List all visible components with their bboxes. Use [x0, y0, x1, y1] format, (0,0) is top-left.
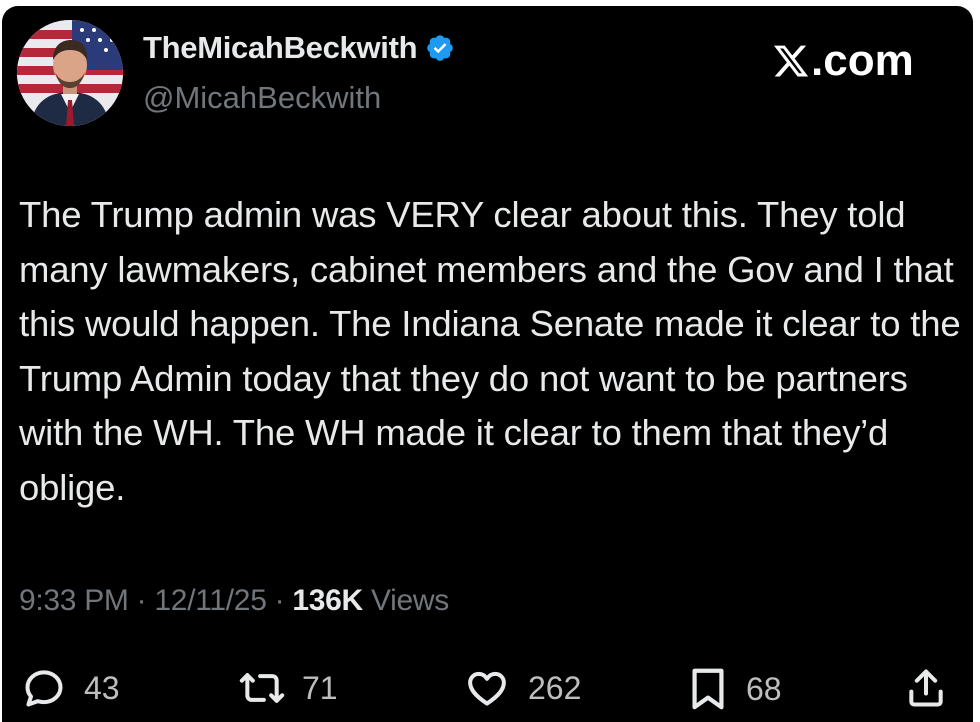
like-button[interactable]: 262 [464, 666, 581, 710]
share-icon [909, 669, 943, 707]
tweet-time[interactable]: 9:33 PM [19, 584, 129, 617]
meta-separator: · [274, 584, 285, 617]
repost-count: 71 [302, 669, 338, 706]
like-count: 262 [528, 669, 582, 706]
tweet-meta: 9:33 PM · 12/11/25 · 136K Views [19, 584, 449, 618]
tweet-card: TheMicahBeckwith @MicahBeckwith .com The… [2, 6, 973, 722]
bookmark-icon [692, 668, 724, 710]
action-bar: 43 71 262 68 [2, 646, 973, 716]
views-label: Views [370, 584, 449, 617]
tweet-text: The Trump admin was VERY clear about thi… [19, 194, 961, 508]
x-logo-icon [772, 41, 810, 81]
share-button[interactable] [904, 666, 948, 715]
bookmark-button[interactable]: 68 [688, 666, 782, 712]
views-count: 136K [292, 584, 363, 617]
reply-icon [25, 670, 63, 707]
repost-button[interactable]: 71 [234, 666, 338, 710]
user-handle[interactable]: @MicahBeckwith [143, 80, 381, 116]
verified-badge-icon [425, 33, 455, 63]
bookmark-count: 68 [746, 670, 782, 707]
tweet-date[interactable]: 12/11/25 [154, 584, 266, 617]
reply-button[interactable]: 43 [22, 666, 120, 710]
brand-domain: .com [811, 36, 914, 85]
reply-count: 43 [84, 669, 120, 706]
heart-icon [468, 671, 506, 706]
display-name-row[interactable]: TheMicahBeckwith [143, 30, 455, 66]
display-name[interactable]: TheMicahBeckwith [143, 30, 418, 66]
meta-separator: · [136, 584, 147, 617]
brand-label: .com [772, 36, 914, 86]
avatar[interactable] [17, 20, 123, 126]
repost-icon [239, 673, 285, 703]
